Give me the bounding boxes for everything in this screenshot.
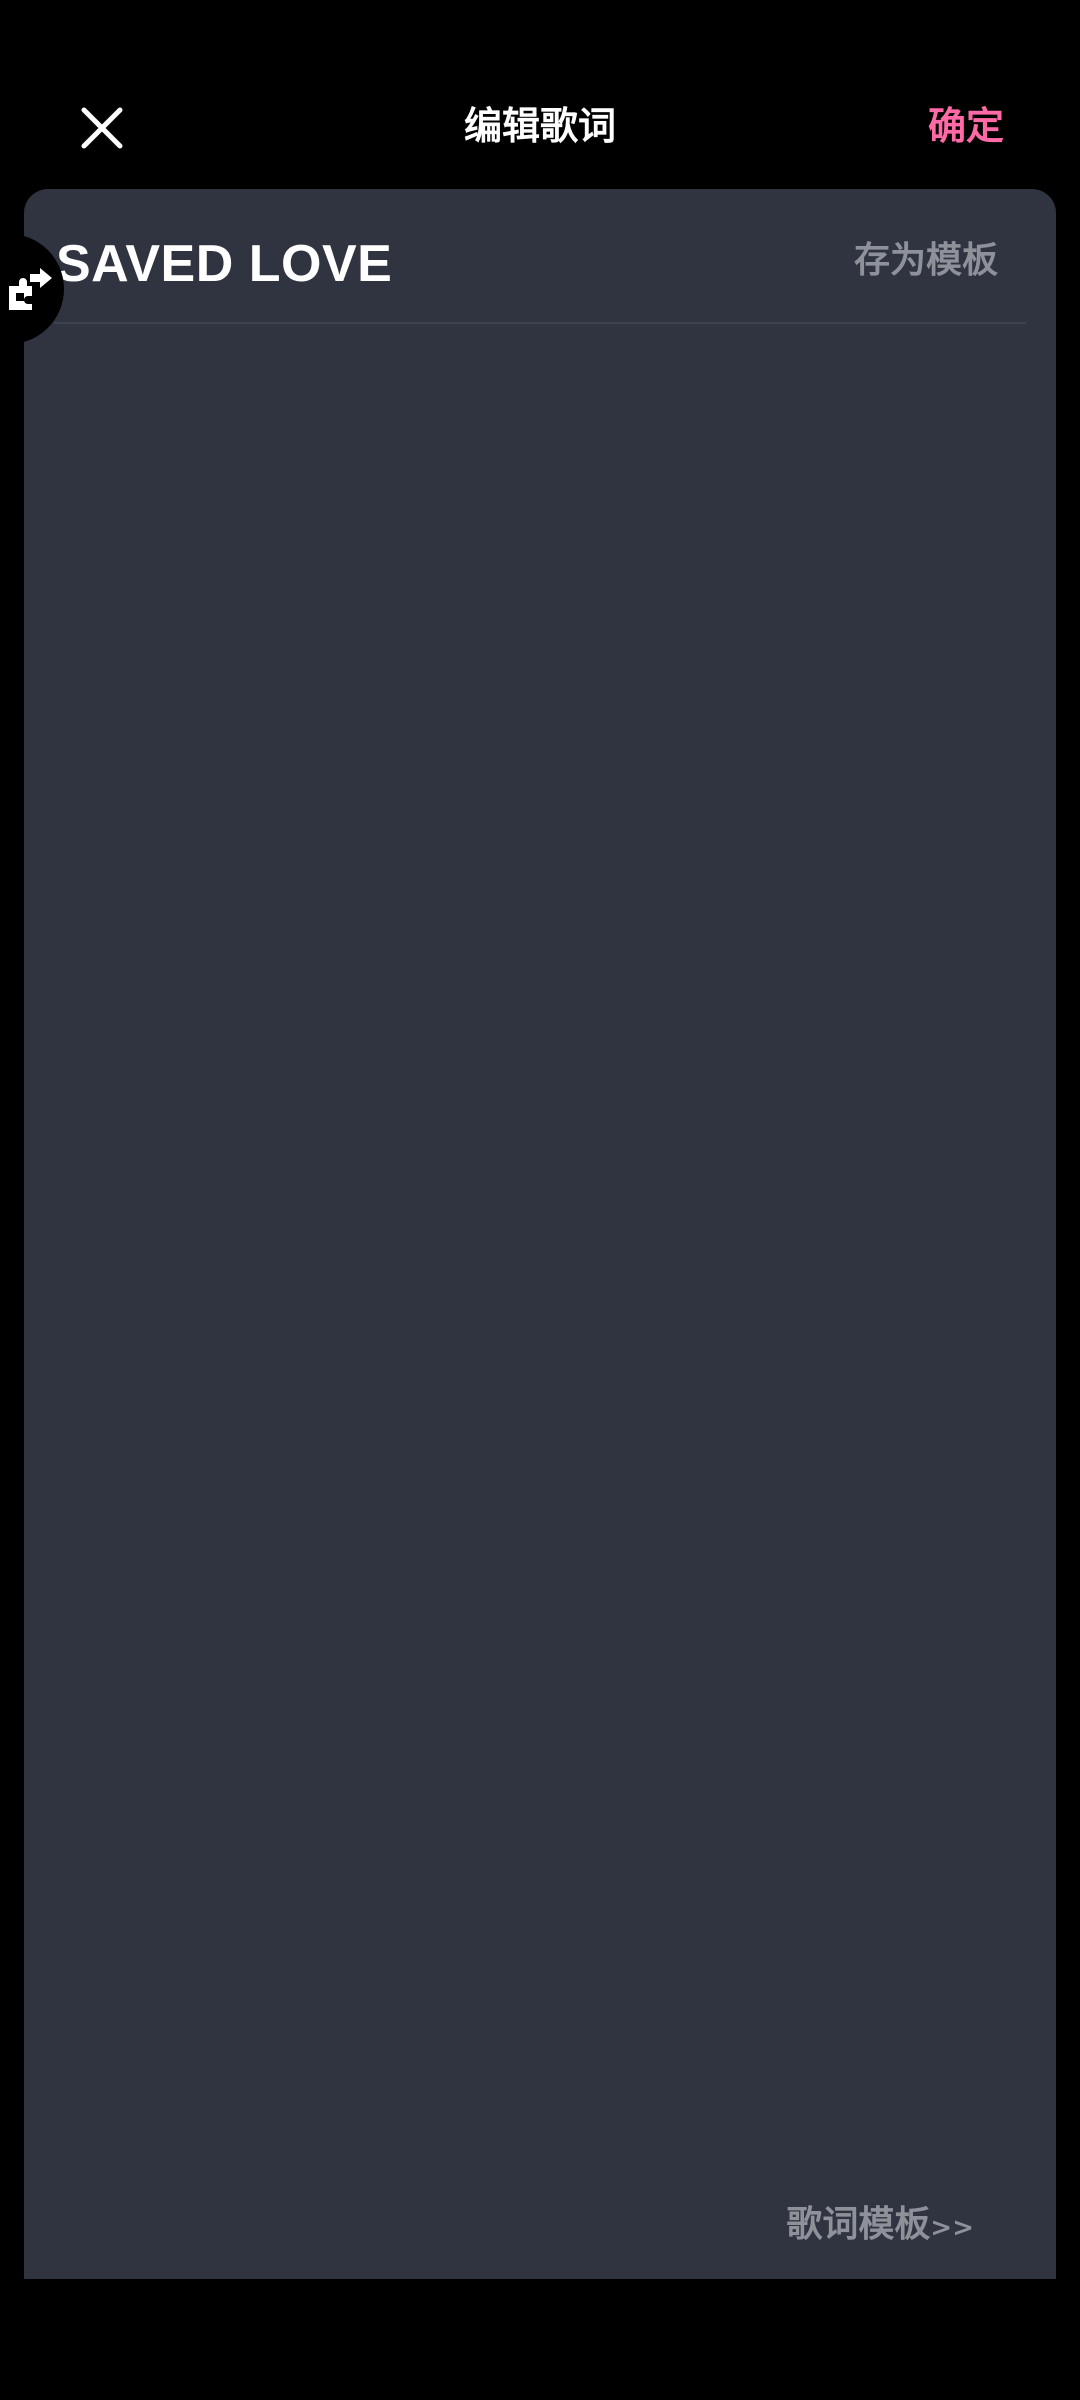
save-as-template-button[interactable]: 存为模板 [854,231,998,291]
title-divider [54,322,1026,324]
song-title: SAVED LOVE [56,235,393,293]
lyrics-input[interactable] [56,339,1024,2159]
lyrics-template-link[interactable]: 歌词模板>> [786,2195,974,2261]
confirm-button[interactable]: 确定 [928,98,1004,154]
puzzle-swap-icon [9,268,52,310]
double-chevron-icon: >> [930,2213,974,2243]
top-bar: 编辑歌词 确定 [0,0,1080,186]
lyrics-editor-panel: SAVED LOVE 存为模板 歌词模板>> [24,189,1056,2279]
lyrics-template-label: 歌词模板 [786,2204,931,2245]
page-title: 编辑歌词 [463,104,616,148]
